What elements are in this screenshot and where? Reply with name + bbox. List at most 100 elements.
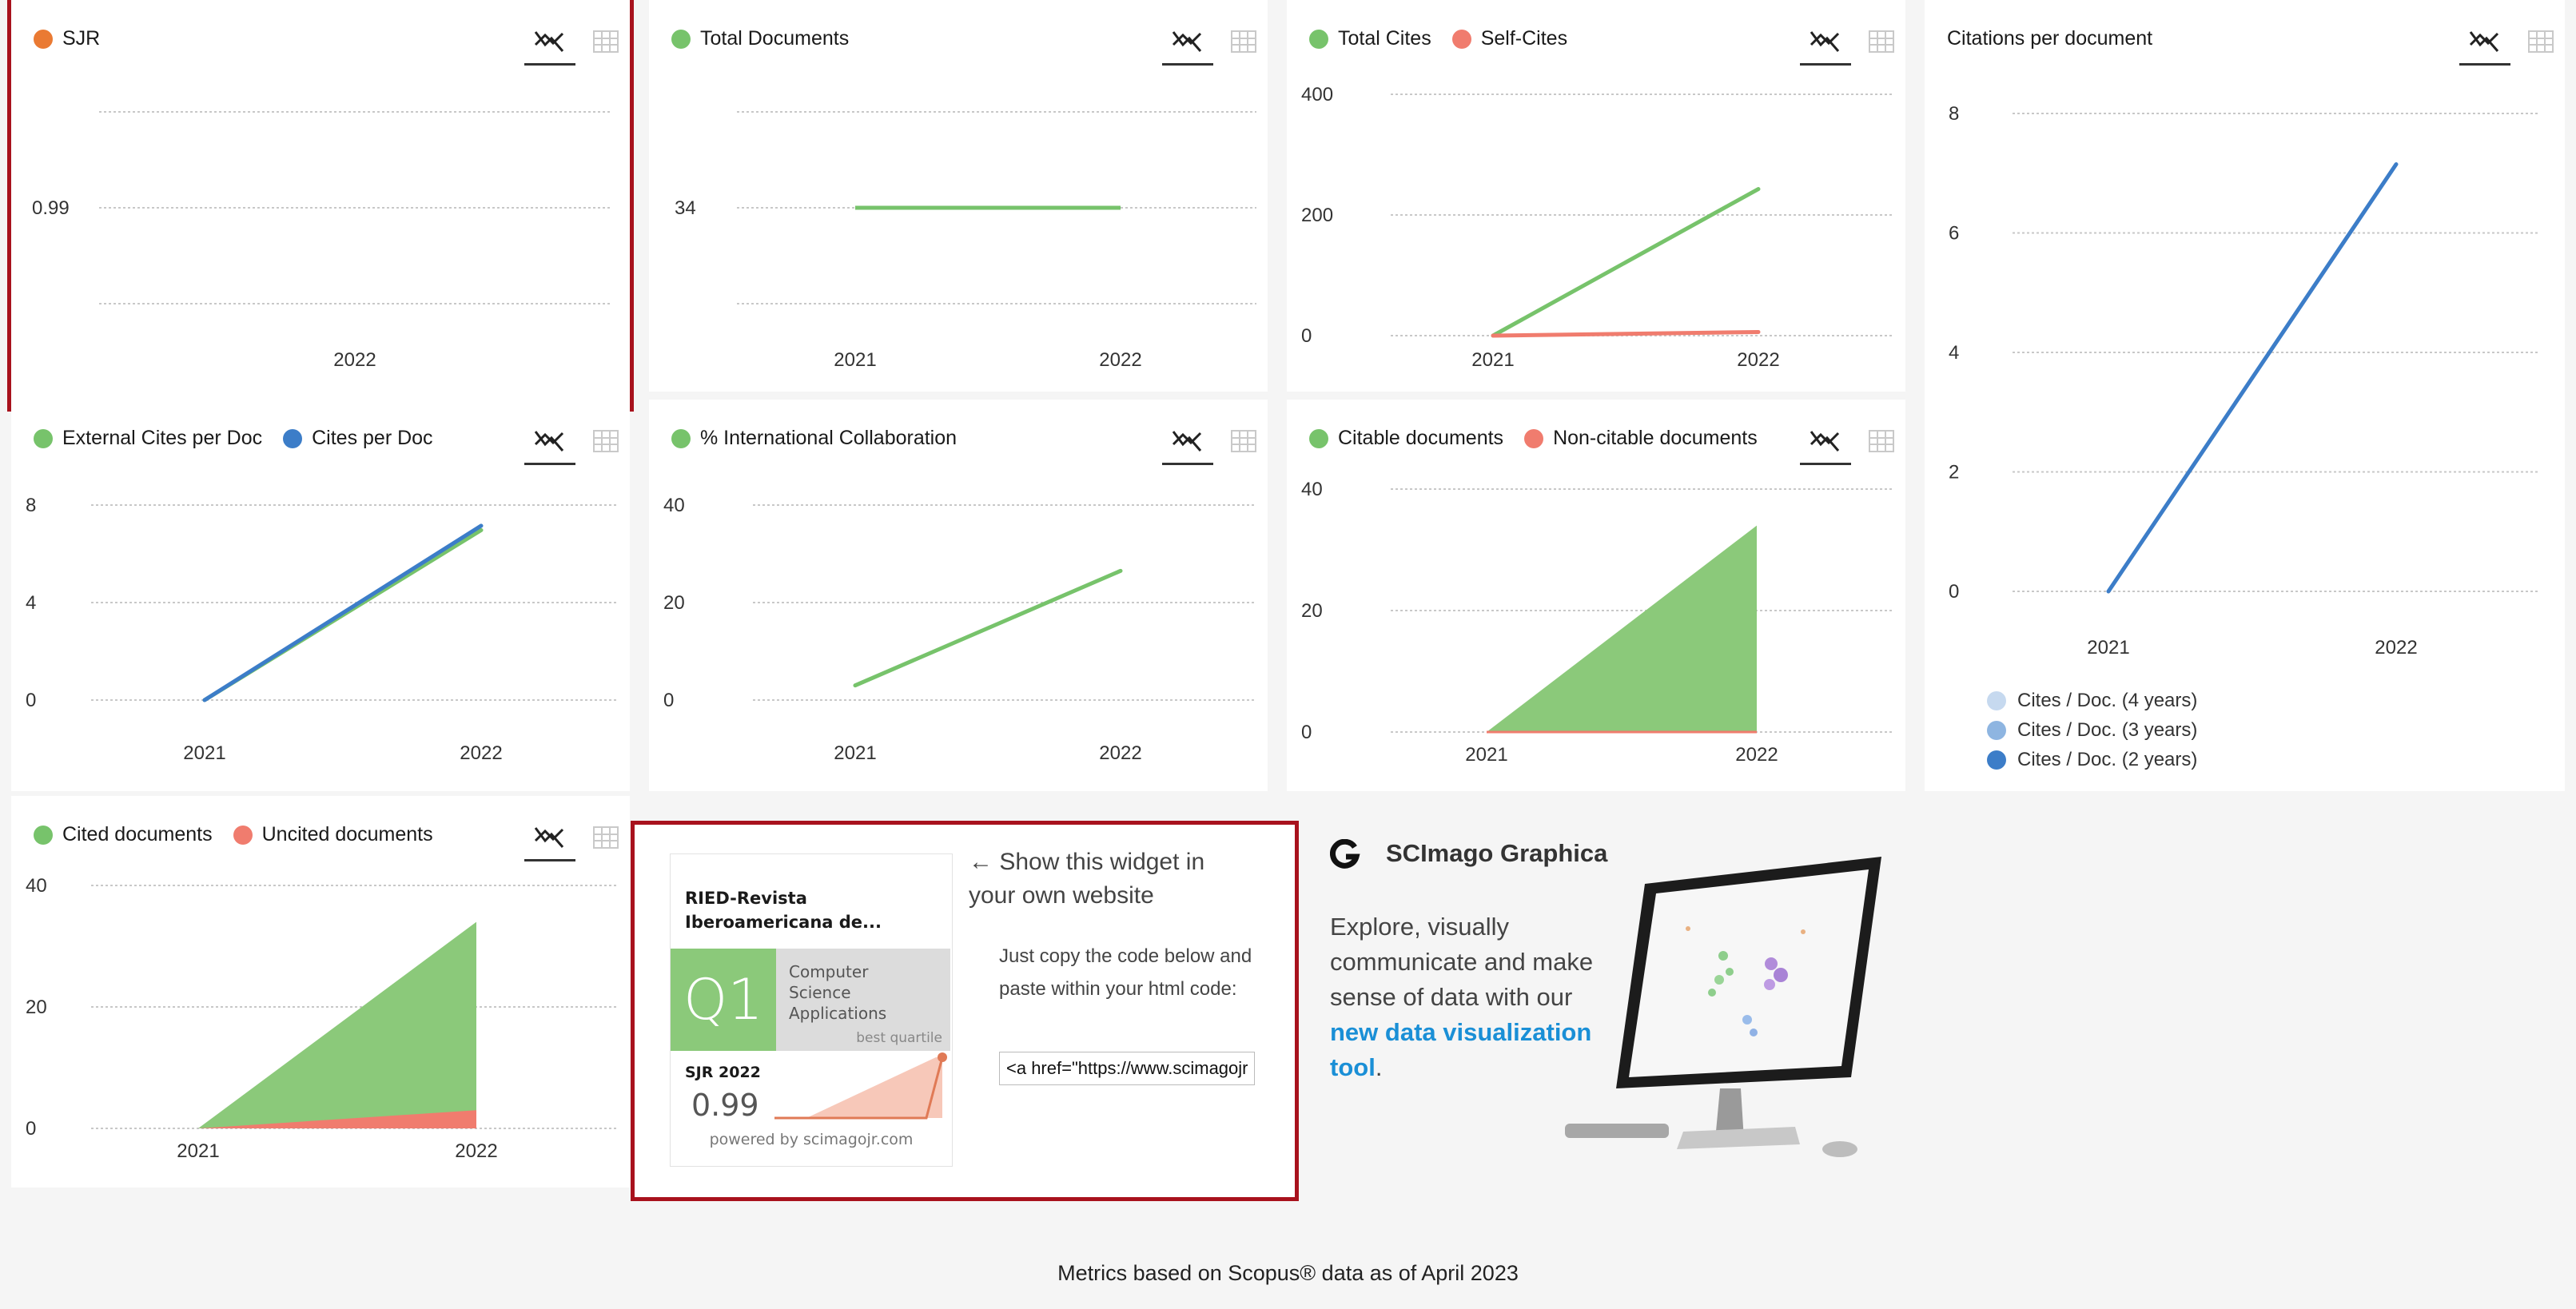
graphica-card[interactable]: SCImago Graphica Explore, visually commu… [1308,804,1915,1180]
legend-dot [233,825,253,845]
y-tick-label: 40 [26,875,47,897]
legend-label: External Cites per Doc [62,427,263,449]
chart-view-button[interactable] [1162,424,1213,465]
legend-label: Cites / Doc. (2 years) [2017,749,2198,770]
legend-item[interactable]: Uncited documents [233,823,433,846]
x-tick-label: 2022 [333,349,376,371]
x-tick-label: 2022 [455,1140,497,1162]
journal-widget[interactable]: RIED-Revista Iberoamericana de... Q1 Com… [670,853,953,1167]
x-tick-label: 2021 [1465,744,1507,766]
chart-view-button[interactable] [2459,24,2510,66]
legend-dot [671,428,691,448]
legend-dot [1309,29,1328,49]
chart-view-button[interactable] [524,424,575,465]
legend-dot [34,29,53,49]
x-tick-label: 2022 [1735,744,1778,766]
total-cites-card: Total Cites Self-Cites 0 200 400 2021 2022 [1287,0,1905,392]
legend-item[interactable]: Non-citable documents [1524,427,1758,450]
series-line-cites-doc-2-years [2106,162,2399,594]
line-chart-icon [1172,431,1202,452]
chart-legend: Total Cites Self-Cites [1309,27,1567,50]
legend-dot [1524,428,1544,448]
chart-legend: Total Documents [671,27,849,50]
graphica-logo-icon [1329,838,1360,869]
series-line-cites-per-doc [202,523,484,702]
x-tick-label: 2021 [2087,637,2129,658]
graphica-desc-text: Explore, visually communicate and make s… [1330,913,1594,1011]
bottom-legend-item[interactable]: Cites / Doc. (3 years) [1987,715,2197,745]
legend-dot [1987,750,2006,770]
show-widget-text: ← Show this widget in your own website [969,849,1205,909]
external-cites-card: External Cites per Doc Cites per Doc 0 4 8 20… [11,400,630,791]
table-icon [1869,30,1894,53]
table-view-button[interactable] [591,427,620,456]
quartile-label: Q1 [683,967,763,1032]
legend-dot [1451,29,1471,49]
x-tick-label: 2021 [183,742,225,764]
line-chart-icon [1810,431,1840,452]
legend-item[interactable]: Total Cites [1309,27,1431,50]
y-tick-label: 8 [26,495,36,516]
table-view-button[interactable] [1867,27,1896,56]
legend-item[interactable]: Citations per document [1947,27,2152,50]
legend-dot [283,428,303,448]
chart-legend: External Cites per Doc Cites per Doc [34,427,433,450]
legend-label: Cited documents [62,823,213,845]
graphica-period: . [1375,1053,1383,1081]
chart-toolbar [1162,424,1258,465]
quartile-box: Q1 [671,949,776,1051]
international-collaboration-card: % International Collaboration 0 20 40 2021 20… [649,400,1268,791]
line-chart-icon [534,431,564,452]
x-tick-label: 2022 [1099,742,1141,764]
chart-legend: Citable documents Non-citable documents [1309,427,1758,450]
legend-item[interactable]: Self-Cites [1451,27,1567,50]
scimago-widget-card: RIED-Revista Iberoamericana de... Q1 Com… [631,821,1299,1201]
chart-view-button[interactable] [1162,24,1213,66]
table-view-button[interactable] [1229,27,1258,56]
table-view-button[interactable] [2526,27,2555,56]
y-tick-label: 4 [1949,342,1959,364]
series-line-international-collaboration [853,568,1123,688]
legend-item[interactable]: External Cites per Doc [34,427,262,450]
chart-toolbar [524,424,620,465]
powered-by-label: powered by scimagojr.com [709,1131,914,1148]
table-icon [1231,430,1256,452]
y-tick-label: 0 [663,690,674,711]
legend-label: Uncited documents [261,823,433,845]
y-tick-label: 20 [663,592,685,614]
table-view-button[interactable] [591,823,620,852]
x-tick-label: 2021 [177,1140,219,1162]
legend-dot [671,29,691,49]
legend-item[interactable]: Citable documents [1309,427,1503,450]
chart-legend: Cited documents Uncited documents [34,823,433,846]
cited-documents-card: Cited documents Uncited documents 0 20 40 202… [11,796,630,1188]
legend-label: Total Documents [700,27,850,50]
legend-item[interactable]: SJR [34,27,100,50]
chart-view-button[interactable] [1800,424,1851,465]
legend-dot [34,428,53,448]
series-line-self-cites [1491,329,1761,338]
legend-item[interactable]: Cited documents [34,823,213,846]
bottom-legend-item[interactable]: Cites / Doc. (2 years) [1987,745,2197,774]
legend-item[interactable]: % International Collaboration [671,427,957,450]
legend-item[interactable]: Cites per Doc [283,427,433,450]
bottom-legend-item[interactable]: Cites / Doc. (4 years) [1987,686,2197,715]
embed-code-input[interactable] [999,1052,1255,1085]
legend-item[interactable]: Total Documents [671,27,849,50]
table-view-button[interactable] [591,27,620,56]
graphica-link[interactable]: new data visualization tool [1330,1018,1591,1081]
y-tick-label: 0 [1301,325,1312,347]
chart-view-button[interactable] [1800,24,1851,66]
x-tick-label: 2022 [2375,637,2417,658]
table-view-button[interactable] [1229,427,1258,456]
y-tick-label: 40 [1301,479,1323,500]
table-view-button[interactable] [1867,427,1896,456]
legend-label: Total Cites [1338,27,1431,50]
legend-label: Citable documents [1338,427,1504,449]
area-citable-documents [1487,525,1757,732]
legend-dot [34,825,53,845]
series-line-external-cites-per-doc [202,527,484,702]
chart-view-button[interactable] [524,820,575,861]
chart-view-button[interactable] [524,24,575,66]
line-chart-icon [534,827,564,848]
